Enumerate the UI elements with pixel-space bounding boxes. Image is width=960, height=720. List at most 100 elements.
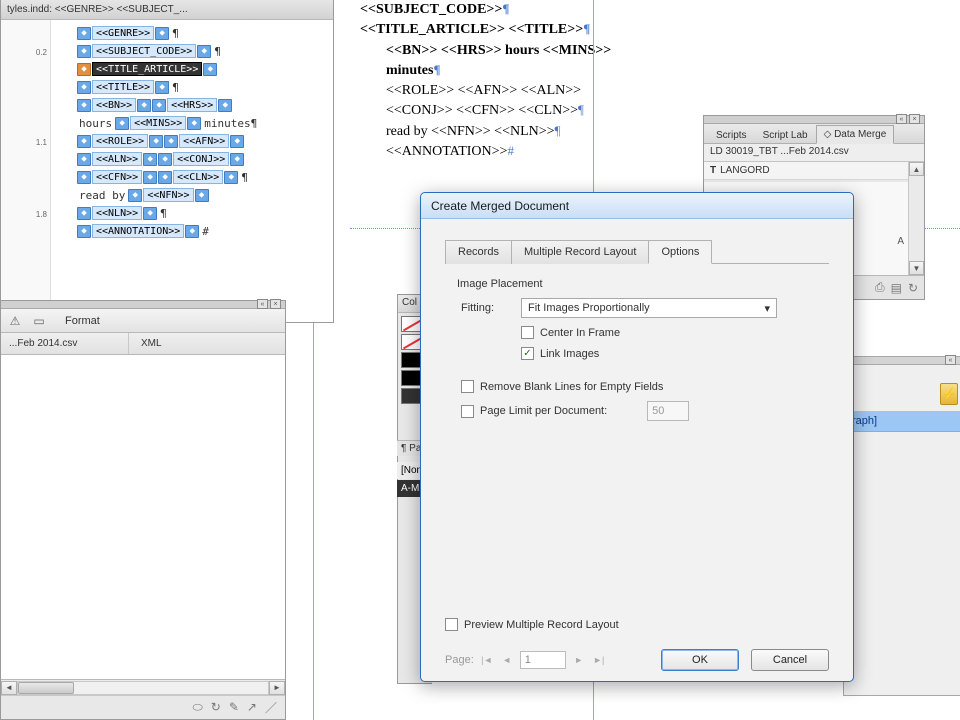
preview-icon[interactable]: ⎙ bbox=[875, 280, 885, 295]
panel-grip[interactable]: « × bbox=[704, 116, 924, 124]
structure-row[interactable]: ⬥<<ALN>>⬥⬥<<CONJ>>⬥ bbox=[77, 150, 329, 168]
xml-tag[interactable]: <<AFN>> bbox=[179, 134, 229, 148]
remove-blank-label: Remove Blank Lines for Empty Fields bbox=[480, 381, 663, 393]
files-body bbox=[1, 355, 285, 679]
next-page-icon[interactable]: ► bbox=[572, 653, 586, 667]
goto-icon[interactable]: ↗ bbox=[247, 700, 257, 714]
ruler-tick: 0.2 bbox=[36, 48, 47, 57]
ruler-tick: 1.8 bbox=[36, 210, 47, 219]
last-page-icon[interactable]: ►| bbox=[592, 653, 606, 667]
data-merge-field[interactable]: T LANGORD bbox=[704, 162, 924, 180]
link-images-checkbox[interactable]: ✓ bbox=[521, 347, 534, 360]
panel-collapse-icon[interactable]: « bbox=[257, 299, 268, 309]
quick-apply-icon[interactable]: ⚡ bbox=[940, 383, 958, 405]
tab-multiple-record-layout[interactable]: Multiple Record Layout bbox=[511, 240, 650, 264]
scroll-left-icon[interactable]: ◄ bbox=[1, 681, 17, 695]
page-number-input[interactable] bbox=[520, 651, 566, 669]
tab-options[interactable]: Options bbox=[648, 240, 712, 264]
tag-icon: ⬥ bbox=[77, 153, 91, 166]
remove-blank-checkbox[interactable] bbox=[461, 380, 474, 393]
tag-icon: ⬥ bbox=[115, 117, 129, 130]
structure-row[interactable]: read by ⬥<<NFN>>⬥ bbox=[77, 186, 329, 204]
horizontal-scrollbar[interactable]: ◄ ► bbox=[1, 680, 285, 696]
page-text-line: <<ROLE>> <<AFN>> <<ALN>> bbox=[360, 81, 611, 101]
panel-collapse-icon[interactable]: « bbox=[896, 114, 907, 124]
xml-tag[interactable]: <<NLN>> bbox=[92, 206, 142, 220]
tag-icon: ⬥ bbox=[77, 63, 91, 76]
xml-tag[interactable]: <<HRS>> bbox=[167, 98, 217, 112]
preview-checkbox[interactable] bbox=[445, 618, 458, 631]
xml-tag[interactable]: <<ROLE>> bbox=[92, 134, 148, 148]
vertical-scrollrbar[interactable]: ▲ ▼ bbox=[908, 162, 924, 275]
data-source-file[interactable]: LD 30019_TBT ...Feb 2014.csv bbox=[704, 144, 924, 162]
xml-tag[interactable]: <<TITLE_ARTICLE>> bbox=[92, 62, 202, 76]
tab-scripts[interactable]: Scripts bbox=[708, 126, 755, 144]
prev-page-icon[interactable]: ◄ bbox=[500, 653, 514, 667]
format-label: Format bbox=[65, 315, 100, 327]
xml-tag[interactable]: <<SUBJECT_CODE>> bbox=[92, 44, 196, 58]
page-navigator: Page: |◄ ◄ ► ►| bbox=[445, 651, 606, 669]
structure-row[interactable]: ⬥<<GENRE>>⬥¶ bbox=[77, 24, 329, 42]
panel-close-icon[interactable]: × bbox=[909, 114, 920, 124]
ok-button[interactable]: OK bbox=[661, 649, 739, 671]
tab-data-merge[interactable]: ◇ Data Merge bbox=[816, 125, 895, 144]
xml-tag[interactable]: <<MINS>> bbox=[130, 116, 186, 130]
structure-row[interactable]: ⬥<<TITLE_ARTICLE>>⬥ bbox=[77, 60, 329, 78]
panel-grip[interactable]: « × bbox=[1, 301, 285, 309]
create-icon[interactable]: ▤ bbox=[891, 281, 902, 295]
panel-grip[interactable]: « bbox=[844, 357, 960, 365]
xml-tag[interactable]: <<ANNOTATION>> bbox=[92, 224, 184, 238]
chevron-down-icon: ▾ bbox=[764, 302, 770, 315]
xml-tag[interactable]: <<CONJ>> bbox=[173, 152, 229, 166]
xml-tag[interactable]: <<CLN>> bbox=[173, 170, 223, 184]
xml-tag[interactable]: <<ALN>> bbox=[92, 152, 142, 166]
page-limit-checkbox[interactable] bbox=[461, 405, 474, 418]
fitting-dropdown[interactable]: Fit Images Proportionally ▾ bbox=[521, 298, 777, 318]
tag-icon: ⬥ bbox=[143, 171, 157, 184]
tab-script-label[interactable]: Script Lab bbox=[755, 126, 816, 144]
file-format-cell: XML bbox=[129, 338, 162, 349]
pencil-icon[interactable]: ／ bbox=[265, 699, 277, 716]
page-icon[interactable]: ▭ bbox=[31, 313, 47, 329]
preview-label: Preview Multiple Record Layout bbox=[464, 619, 619, 631]
center-in-frame-label: Center In Frame bbox=[540, 327, 620, 339]
structure-title-text: tyles.indd: <<GENRE>> <<SUBJECT_... bbox=[7, 4, 188, 15]
page-limit-input: 50 bbox=[647, 401, 689, 421]
warning-icon[interactable]: ⚠ bbox=[7, 313, 23, 329]
xml-tag[interactable]: <<CFN>> bbox=[92, 170, 142, 184]
scroll-right-icon[interactable]: ► bbox=[269, 681, 285, 695]
scroll-down-icon[interactable]: ▼ bbox=[909, 261, 924, 275]
tag-icon: ⬥ bbox=[230, 135, 244, 148]
scroll-thumb[interactable] bbox=[18, 682, 74, 694]
scroll-up-icon[interactable]: ▲ bbox=[909, 162, 924, 176]
tab-records[interactable]: Records bbox=[445, 240, 512, 264]
xml-tag[interactable]: <<BN>> bbox=[92, 98, 136, 112]
edit-icon[interactable]: ✎ bbox=[229, 700, 239, 714]
first-page-icon[interactable]: |◄ bbox=[480, 653, 494, 667]
cancel-button[interactable]: Cancel bbox=[751, 649, 829, 671]
tag-icon: ⬥ bbox=[77, 27, 91, 40]
xml-tag[interactable]: <<NFN>> bbox=[143, 188, 193, 202]
structure-row[interactable]: ⬥<<CFN>>⬥⬥<<CLN>>⬥¶ bbox=[77, 168, 329, 186]
structure-row[interactable]: ⬥<<ANNOTATION>>⬥# bbox=[77, 222, 329, 240]
tag-icon: ⬥ bbox=[152, 99, 166, 112]
structure-row[interactable]: ⬥<<BN>>⬥⬥<<HRS>>⬥ bbox=[77, 96, 329, 114]
structure-row[interactable]: ⬥<<SUBJECT_CODE>>⬥¶ bbox=[77, 42, 329, 60]
refresh-icon[interactable]: ↻ bbox=[211, 700, 221, 714]
tag-icon: ⬥ bbox=[149, 135, 163, 148]
panel-close-icon[interactable]: × bbox=[270, 299, 281, 309]
tag-icon: ⬥ bbox=[158, 153, 172, 166]
link-icon[interactable]: ⬭ bbox=[193, 700, 203, 715]
xml-tag[interactable]: <<TITLE>> bbox=[92, 80, 154, 94]
structure-row[interactable]: ⬥<<ROLE>>⬥⬥<<AFN>>⬥ bbox=[77, 132, 329, 150]
center-in-frame-checkbox[interactable] bbox=[521, 326, 534, 339]
file-name-cell[interactable]: ...Feb 2014.csv bbox=[1, 333, 129, 354]
structure-row[interactable]: ⬥<<TITLE>>⬥¶ bbox=[77, 78, 329, 96]
structure-row[interactable]: hours⬥<<MINS>>⬥ minutes¶ bbox=[77, 114, 329, 132]
structure-row[interactable]: ⬥<<NLN>>⬥¶ bbox=[77, 204, 329, 222]
update-icon[interactable]: ↻ bbox=[908, 281, 918, 295]
xml-tag[interactable]: <<GENRE>> bbox=[92, 26, 154, 40]
style-item[interactable]: raph] bbox=[844, 411, 960, 432]
panel-collapse-icon[interactable]: « bbox=[945, 355, 956, 365]
data-merge-tabs: Scripts Script Lab ◇ Data Merge bbox=[704, 124, 924, 144]
